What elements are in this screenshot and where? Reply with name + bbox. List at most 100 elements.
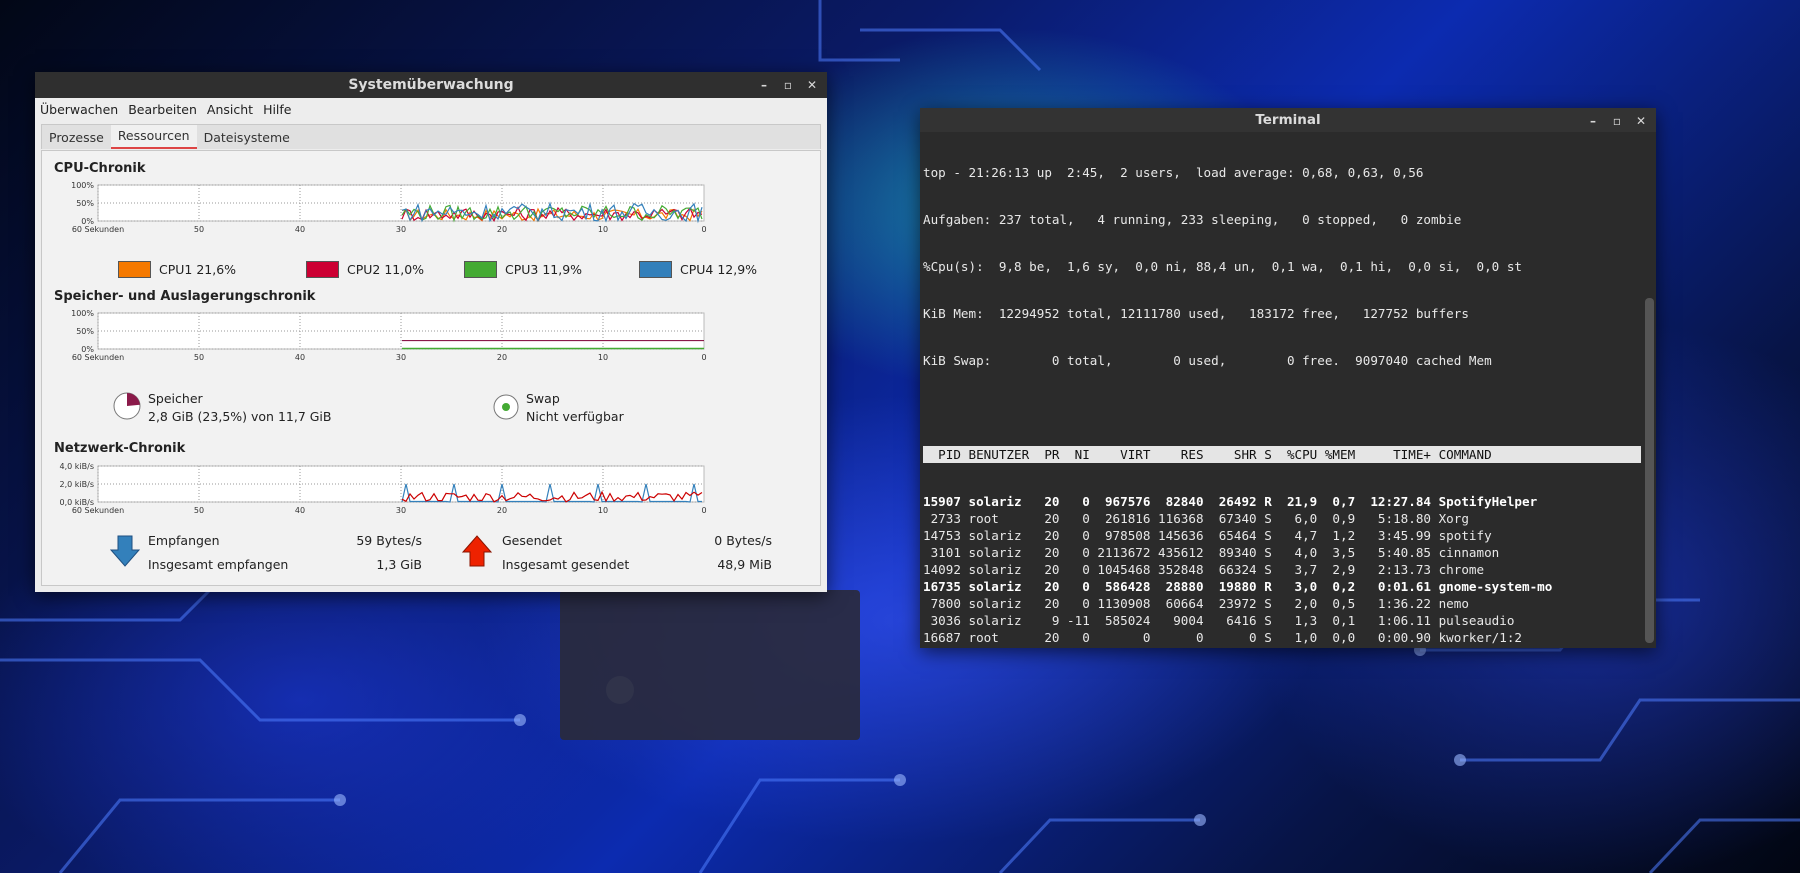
menubar: Überwachen Bearbeiten Ansicht Hilfe [35,98,827,120]
maximize-button[interactable]: ▫ [1610,114,1624,128]
tab-bar: Prozesse Ressourcen Dateisysteme [41,124,821,149]
process-row: 14092 solariz 20 0 1045468 352848 66324 … [923,562,1485,577]
sent-label: Gesendet [502,533,563,548]
x-tick-label: 10 [598,506,608,515]
memory-history-graph: 100%50%0%60 Sekunden 50 40 30 20 10 0 [71,309,706,362]
sysmon-titlebar[interactable]: Systemüberwachung – ▫ ✕ [35,72,827,98]
menu-bearbeiten[interactable]: Bearbeiten [128,102,197,117]
total-received: 1,3 GiB [376,557,422,572]
x-tick-label: 10 [598,353,608,362]
x-tick-label: 10 [598,225,608,234]
y-tick-label: 4,0 kiB/s [60,462,94,471]
process-row: 7800 solariz 20 0 1130908 60664 23972 S … [923,596,1469,611]
x-tick-label: 60 Sekunden [72,353,124,362]
x-tick-label: 40 [295,225,305,234]
process-table-body: 15907 solariz 20 0 967576 82840 26492 R … [923,493,1641,644]
received-rate: 59 Bytes/s [356,533,422,548]
x-tick-label: 0 [701,506,706,515]
x-tick-label: 30 [396,353,406,362]
process-row: 16687 root 20 0 0 0 0 S 1,0 0,0 0:00.90 … [923,630,1522,644]
tab-ressourcen[interactable]: Ressourcen [110,125,197,149]
total-sent-label: Insgesamt gesendet [502,557,630,572]
x-tick-label: 50 [194,225,204,234]
x-tick-label: 50 [194,353,204,362]
system-monitor-window: Systemüberwachung – ▫ ✕ Überwachen Bearb… [35,72,827,592]
memory-heading: Speicher- und Auslagerungschronik [54,289,316,304]
x-tick-label: 60 Sekunden [72,225,124,234]
tasks-summary-line: Aufgaben: 237 total, 4 running, 233 slee… [923,212,1462,227]
memory-value: 2,8 GiB (23,5%) von 11,7 GiB [148,409,332,424]
menu-ueberwachen[interactable]: Überwachen [40,102,118,117]
cpu2-swatch [306,261,339,278]
x-tick-label: 20 [497,225,507,234]
receive-arrow-icon [110,535,140,567]
cpu2-label: CPU2 11,0% [347,262,425,277]
network-history-graph: 4,0 kiB/s2,0 kiB/s0,0 kiB/s60 Sekunden 50… [60,462,707,515]
cpu1-swatch [118,261,151,278]
minimize-button[interactable]: – [757,78,771,92]
y-tick-label: 50% [76,327,94,336]
y-tick-label: 2,0 kiB/s [60,480,94,489]
cpu1-label: CPU1 21,6% [159,262,237,277]
swap-pie-icon[interactable] [492,393,520,421]
process-row: 15907 solariz 20 0 967576 82840 26492 R … [923,494,1538,509]
cpu-summary-line: %Cpu(s): 9,8 be, 1,6 sy, 0,0 ni, 88,4 un… [923,259,1522,274]
cpu4-legend[interactable]: CPU4 12,9% [639,261,757,278]
process-row: 3101 solariz 20 0 2113672 435612 89340 S… [923,545,1500,560]
x-tick-label: 60 Sekunden [72,506,124,515]
terminal-titlebar[interactable]: Terminal – ▫ ✕ [920,108,1656,132]
x-tick-label: 40 [295,353,305,362]
cpu-heading: CPU-Chronik [54,161,146,176]
top-summary-line: top - 21:26:13 up 2:45, 2 users, load av… [923,165,1424,180]
y-tick-label: 100% [71,181,94,190]
cpu2-legend[interactable]: CPU2 11,0% [306,261,424,278]
x-tick-label: 0 [701,353,706,362]
maximize-button[interactable]: ▫ [781,78,795,92]
total-sent: 48,9 MiB [717,557,772,572]
y-tick-label: 50% [76,199,94,208]
close-button[interactable]: ✕ [1634,114,1648,128]
mem-summary-line: KiB Mem: 12294952 total, 12111780 used, … [923,306,1469,321]
swap-summary-line: KiB Swap: 0 total, 0 used, 0 free. 90970… [923,353,1492,368]
cpu4-label: CPU4 12,9% [680,262,758,277]
process-table-header: PID BENUTZER PR NI VIRT RES SHR S %CPU %… [923,446,1641,463]
resources-panel: CPU-Chronik 100% 50% 0% 60 Sekunden 50 40 30 20… [41,150,821,586]
received-label: Empfangen [148,533,220,548]
memory-label: Speicher [148,391,203,406]
tab-prozesse[interactable]: Prozesse [42,127,111,149]
memory-pie-icon[interactable] [112,391,142,421]
x-tick-label: 30 [396,225,406,234]
terminal-output[interactable]: top - 21:26:13 up 2:45, 2 users, load av… [923,134,1641,644]
x-tick-label: 30 [396,506,406,515]
window-title: Systemüberwachung [348,77,514,93]
x-tick-label: 50 [194,506,204,515]
cpu4-swatch [639,261,672,278]
x-tick-label: 20 [497,353,507,362]
menu-ansicht[interactable]: Ansicht [207,102,253,117]
network-heading: Netzwerk-Chronik [54,441,186,456]
terminal-scrollbar[interactable] [1645,298,1654,643]
y-tick-label: 100% [71,309,94,318]
x-tick-label: 20 [497,506,507,515]
cpu3-swatch [464,261,497,278]
terminal-window: Terminal – ▫ ✕ top - 21:26:13 up 2:45, 2… [920,108,1656,648]
cpu-history-graph: 100%50%0%60 Sekunden 50 40 30 20 10 0 [71,181,706,234]
send-arrow-icon [462,535,492,567]
process-row: 2733 root 20 0 261816 116368 67340 S 6,0… [923,511,1469,526]
cpu3-legend[interactable]: CPU3 11,9% [464,261,582,278]
cpu1-legend[interactable]: CPU1 21,6% [118,261,236,278]
cpu3-label: CPU3 11,9% [505,262,583,277]
x-tick-label: 0 [701,225,706,234]
process-row: 14753 solariz 20 0 978508 145636 65464 S… [923,528,1492,543]
process-row: 3036 solariz 9 -11 585024 9004 6416 S 1,… [923,613,1515,628]
total-received-label: Insgesamt empfangen [148,557,289,572]
process-row: 16735 solariz 20 0 586428 28880 19880 R … [923,579,1553,594]
tab-dateisysteme[interactable]: Dateisysteme [197,127,297,149]
close-button[interactable]: ✕ [805,78,819,92]
x-tick-label: 40 [295,506,305,515]
minimize-button[interactable]: – [1586,114,1600,128]
menu-hilfe[interactable]: Hilfe [263,102,291,117]
terminal-title: Terminal [1255,112,1321,128]
swap-label: Swap [526,391,560,406]
